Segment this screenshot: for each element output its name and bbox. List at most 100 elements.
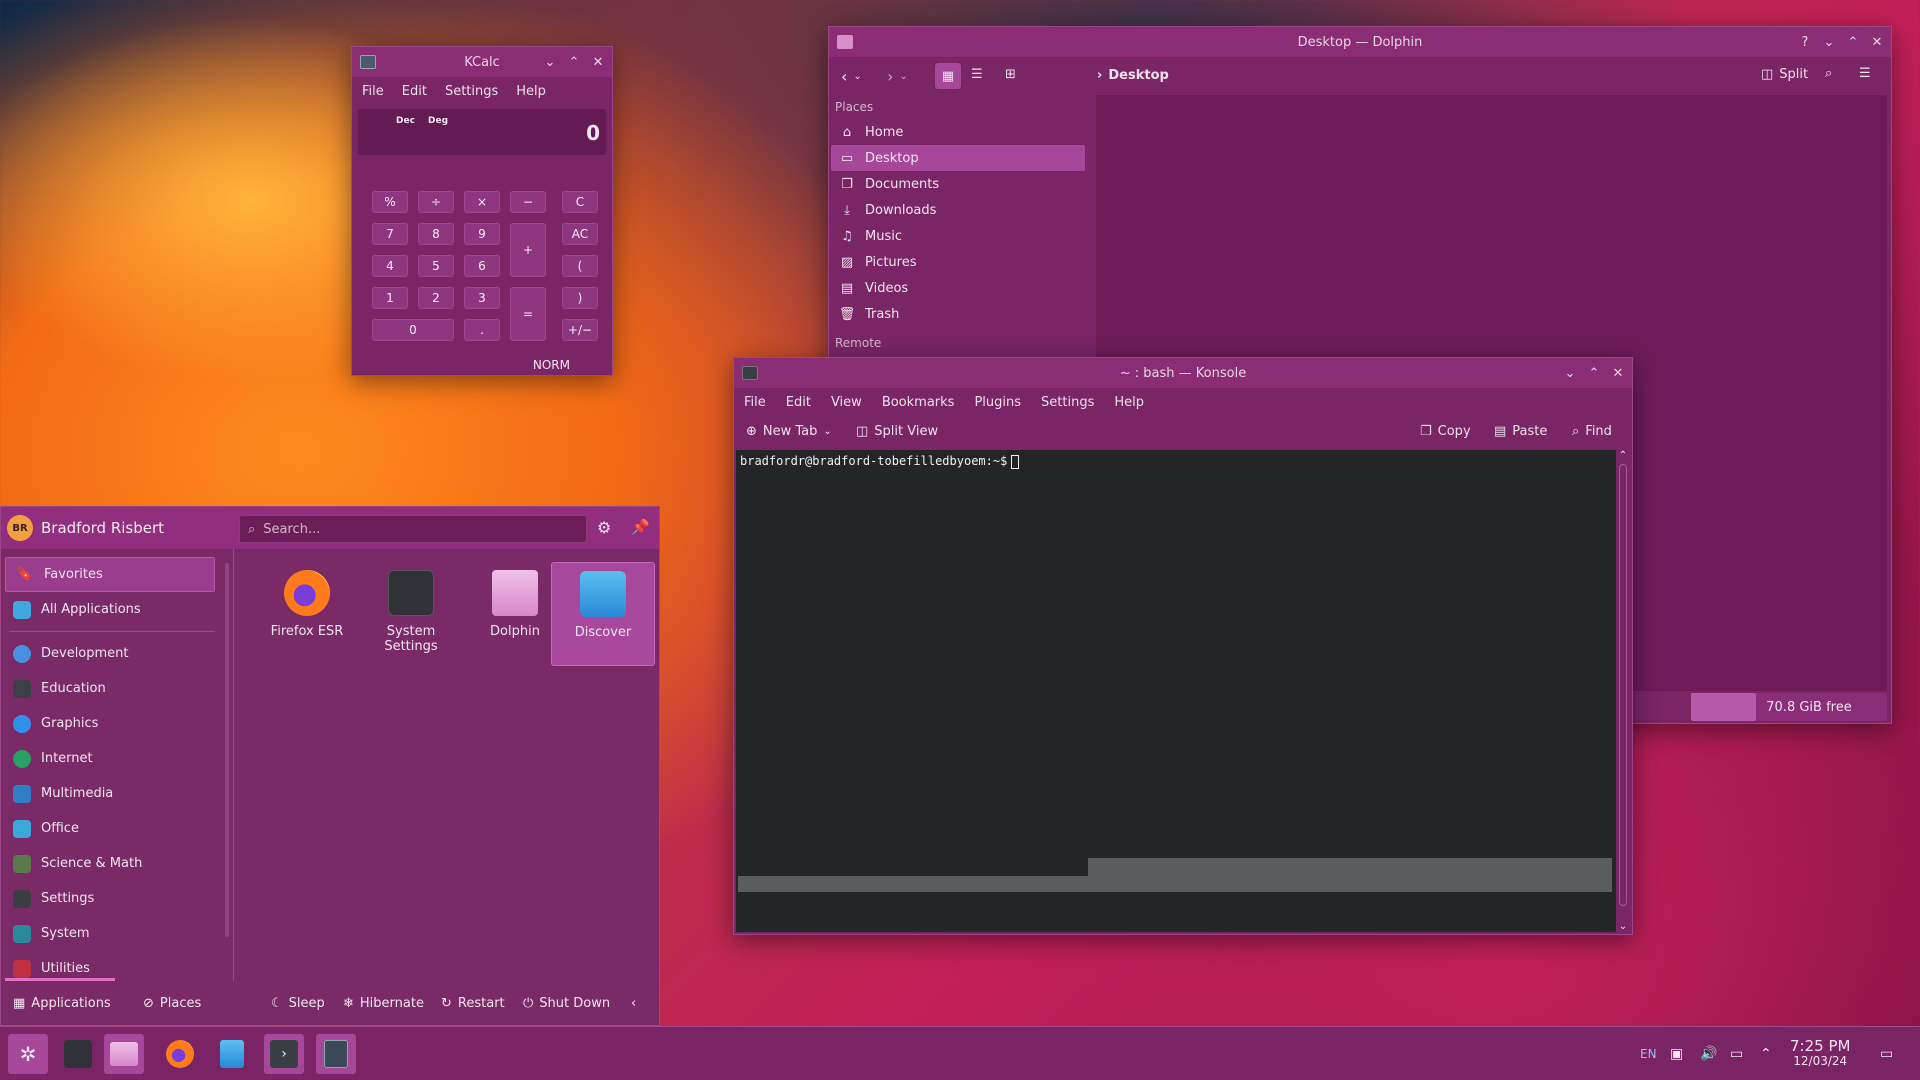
konsole-menu-bookmarks[interactable]: Bookmarks xyxy=(882,395,955,410)
kcalc-btn-1[interactable]: 1 xyxy=(372,287,408,309)
keyboard-layout[interactable]: EN xyxy=(1640,1027,1657,1080)
scroll-down-icon[interactable]: ⌄ xyxy=(1616,921,1630,932)
kcalc-menu-help[interactable]: Help xyxy=(516,84,546,99)
category-education[interactable]: Education xyxy=(1,671,223,706)
place-music[interactable]: ♫ Music xyxy=(831,223,1085,249)
kcalc-btn-minus[interactable]: − xyxy=(510,191,546,213)
konsole-menu-file[interactable]: File xyxy=(744,395,766,410)
digital-clock[interactable]: 7:25 PM 12/03/24 xyxy=(1790,1027,1850,1080)
task-dolphin[interactable] xyxy=(104,1034,144,1074)
kcalc-btn-multiply[interactable]: × xyxy=(464,191,500,213)
dolphin-titlebar[interactable]: Desktop — Dolphin ? ⌄ ⌃ ✕ xyxy=(829,27,1891,57)
category-office[interactable]: Office xyxy=(1,811,223,846)
task-discover[interactable] xyxy=(212,1034,252,1074)
kcalc-menu-edit[interactable]: Edit xyxy=(402,84,427,99)
copy-button[interactable]: ❐ Copy xyxy=(1420,424,1471,439)
category-multimedia[interactable]: Multimedia xyxy=(1,776,223,811)
leave-more-button[interactable]: ‹ xyxy=(631,996,636,1011)
back-button[interactable]: ‹ ⌄ xyxy=(841,67,862,86)
category-science-math[interactable]: Science & Math xyxy=(1,846,223,881)
kcalc-btn-5[interactable]: 5 xyxy=(418,255,454,277)
place-desktop[interactable]: ▭ Desktop xyxy=(831,145,1085,171)
category-favorites[interactable]: 🔖 Favorites xyxy=(5,557,215,592)
terminal-scrollbar[interactable]: ⌃ ⌄ xyxy=(1616,450,1630,932)
kcalc-titlebar[interactable]: KCalc ⌄ ⌃ ✕ xyxy=(352,47,612,77)
kcalc-btn-negate[interactable]: +/− xyxy=(562,319,598,341)
scrollbar-track[interactable] xyxy=(1619,464,1627,906)
favorite-system-settings[interactable]: System Settings xyxy=(359,562,463,666)
kcalc-btn-8[interactable]: 8 xyxy=(418,223,454,245)
avatar[interactable]: BR xyxy=(7,515,33,541)
help-icon[interactable]: ? xyxy=(1797,35,1813,50)
place-videos[interactable]: ▤ Videos xyxy=(831,275,1085,301)
tray-expand-icon[interactable]: ⌃ xyxy=(1760,1027,1772,1080)
clipboard-icon[interactable]: ▣ xyxy=(1670,1027,1683,1080)
konsole-menu-edit[interactable]: Edit xyxy=(786,395,811,410)
place-home[interactable]: ⌂ Home xyxy=(831,119,1085,145)
konsole-menu-plugins[interactable]: Plugins xyxy=(974,395,1021,410)
restart-button[interactable]: ↻ Restart xyxy=(441,996,505,1011)
task-system-settings[interactable] xyxy=(58,1034,98,1074)
kcalc-btn-decimal[interactable]: . xyxy=(464,319,500,341)
place-pictures[interactable]: ▨ Pictures xyxy=(831,249,1085,275)
kcalc-btn-plus[interactable]: + xyxy=(510,223,546,277)
split-view-button[interactable]: ◫ Split View xyxy=(856,424,938,439)
category-all-applications[interactable]: All Applications xyxy=(1,592,223,627)
menu-button[interactable]: ☰ xyxy=(1859,66,1871,81)
icons-view-button[interactable]: ▦ xyxy=(935,63,961,89)
konsole-menu-view[interactable]: View xyxy=(831,395,862,410)
task-firefox[interactable] xyxy=(160,1034,200,1074)
kcalc-btn-2[interactable]: 2 xyxy=(418,287,454,309)
sleep-button[interactable]: ☾ Sleep xyxy=(271,996,325,1011)
konsole-menu-settings[interactable]: Settings xyxy=(1041,395,1094,410)
shutdown-button[interactable]: ⏻ Shut Down xyxy=(523,996,610,1011)
close-icon[interactable]: ✕ xyxy=(1610,366,1626,381)
kcalc-btn-3[interactable]: 3 xyxy=(464,287,500,309)
breadcrumb[interactable]: › Desktop xyxy=(1097,68,1169,83)
task-kcalc[interactable] xyxy=(316,1034,356,1074)
hibernate-button[interactable]: ❄ Hibernate xyxy=(343,996,424,1011)
minimize-icon[interactable]: ⌄ xyxy=(542,55,558,70)
paste-button[interactable]: ▤ Paste xyxy=(1494,424,1547,439)
minimize-icon[interactable]: ⌄ xyxy=(1562,366,1578,381)
details-view-button[interactable]: ⊞ xyxy=(1005,67,1016,82)
forward-button[interactable]: › ⌄ xyxy=(887,67,908,86)
show-desktop-icon[interactable]: ▭ xyxy=(1880,1027,1893,1080)
category-scrollbar[interactable] xyxy=(225,563,229,937)
terminal-area[interactable]: bradfordr@bradford-tobefilledbyoem:~$ xyxy=(736,450,1616,932)
kcalc-btn-divide[interactable]: ÷ xyxy=(418,191,454,213)
applications-tab[interactable]: ▦ Applications xyxy=(13,996,111,1011)
category-internet[interactable]: Internet xyxy=(1,741,223,776)
new-tab-button[interactable]: ⊕ New Tab ⌄ xyxy=(746,424,832,439)
kcalc-btn-0[interactable]: 0 xyxy=(372,319,454,341)
places-tab[interactable]: ⊘ Places xyxy=(143,996,201,1011)
category-system[interactable]: System xyxy=(1,916,223,951)
kcalc-menu-file[interactable]: File xyxy=(362,84,384,99)
kcalc-btn-percent[interactable]: % xyxy=(372,191,408,213)
maximize-icon[interactable]: ⌃ xyxy=(1586,366,1602,381)
kcalc-btn-6[interactable]: 6 xyxy=(464,255,500,277)
place-trash[interactable]: 🗑 Trash xyxy=(831,301,1085,327)
place-downloads[interactable]: ⤓ Downloads xyxy=(831,197,1085,223)
konsole-menu-help[interactable]: Help xyxy=(1114,395,1144,410)
network-icon[interactable]: ▭ xyxy=(1730,1027,1743,1080)
task-konsole[interactable]: › xyxy=(264,1034,304,1074)
place-documents[interactable]: ❐ Documents xyxy=(831,171,1085,197)
kcalc-btn-equals[interactable]: = xyxy=(510,287,546,341)
minimize-icon[interactable]: ⌄ xyxy=(1821,35,1837,50)
kcalc-menu-settings[interactable]: Settings xyxy=(445,84,498,99)
kcalc-btn-4[interactable]: 4 xyxy=(372,255,408,277)
split-button[interactable]: ◫ Split xyxy=(1761,67,1808,82)
konsole-titlebar[interactable]: ~ : bash — Konsole ⌄ ⌃ ✕ xyxy=(734,358,1632,388)
category-graphics[interactable]: Graphics xyxy=(1,706,223,741)
category-development[interactable]: Development xyxy=(1,636,223,671)
kcalc-btn-clear[interactable]: C xyxy=(562,191,598,213)
volume-icon[interactable]: 🔊 xyxy=(1700,1027,1717,1080)
kcalc-btn-9[interactable]: 9 xyxy=(464,223,500,245)
favorite-discover[interactable]: Discover xyxy=(551,562,655,666)
scroll-up-icon[interactable]: ⌃ xyxy=(1616,450,1630,461)
kcalc-btn-7[interactable]: 7 xyxy=(372,223,408,245)
favorite-firefox-esr[interactable]: Firefox ESR xyxy=(255,562,359,666)
find-button[interactable]: ⌕ Find xyxy=(1572,424,1612,439)
application-launcher-button[interactable]: ✲ xyxy=(8,1034,48,1074)
